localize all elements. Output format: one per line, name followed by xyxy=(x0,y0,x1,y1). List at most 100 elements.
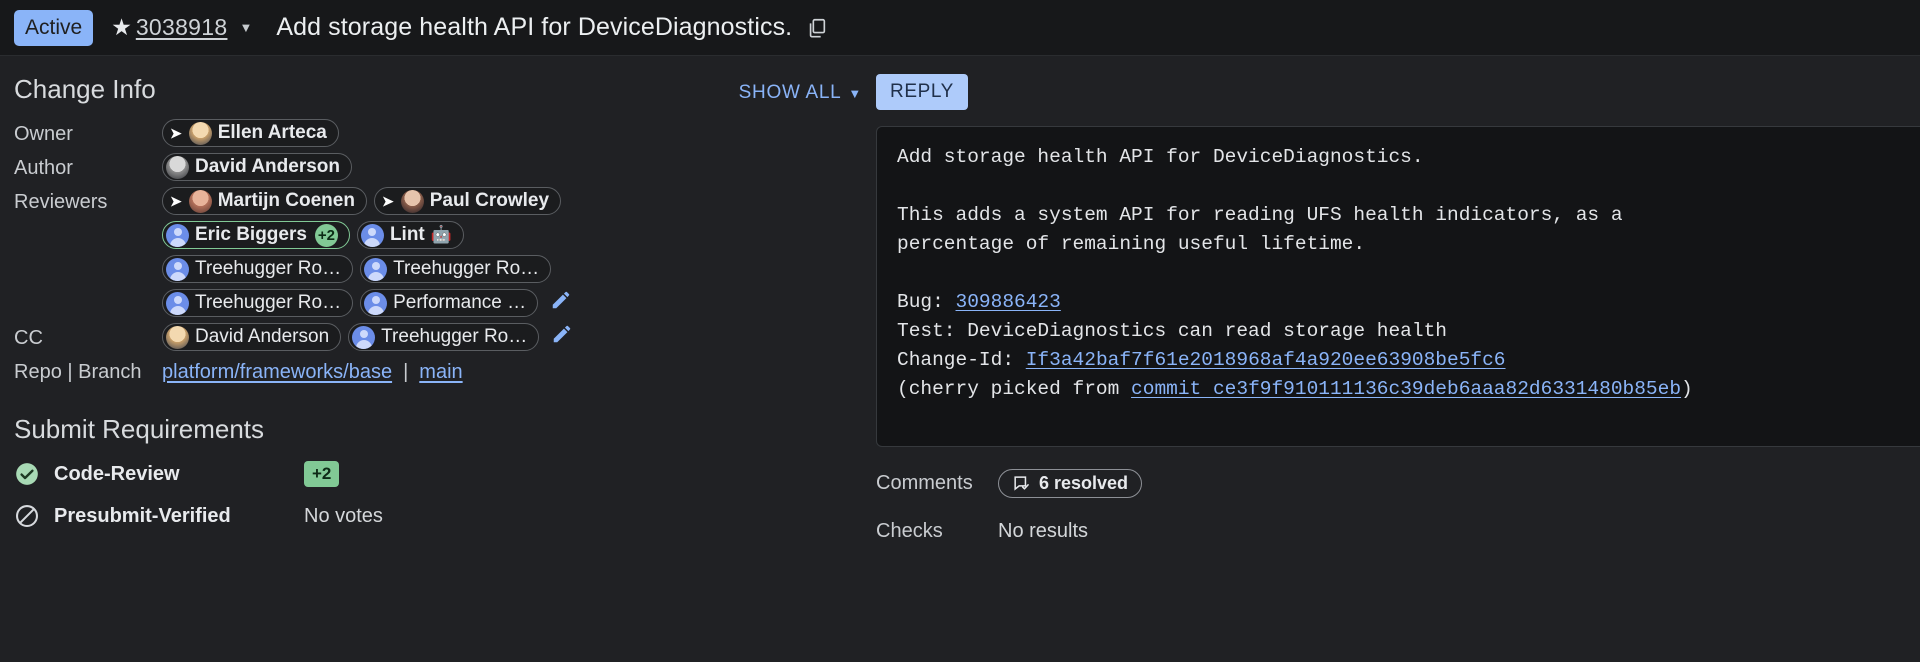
bug-link[interactable]: 309886423 xyxy=(956,291,1061,313)
info-label-repo-branch: Repo | Branch xyxy=(14,361,142,383)
repo-branch-values: platform/frameworks/base | main xyxy=(162,357,463,384)
account-chip[interactable]: ➤ Paul Crowley xyxy=(373,187,562,215)
commit-message-panel: REPLY Add storage health API for DeviceD… xyxy=(862,56,1920,662)
blocked-icon xyxy=(14,503,54,529)
submit-requirement-vote: +2 xyxy=(304,461,340,487)
account-chip[interactable]: Lint 🤖 xyxy=(356,221,464,249)
status-badge: Active xyxy=(14,9,94,46)
account-name: Paul Crowley xyxy=(429,190,550,211)
reviewers-values-3: Treehugger Ro… Treehugger Ro… xyxy=(162,255,552,283)
submit-requirements-title: Submit Requirements xyxy=(14,414,264,444)
account-chip[interactable]: Treehugger Ro… xyxy=(162,289,354,317)
info-label-owner: Owner xyxy=(14,123,73,145)
info-label-spacer xyxy=(14,255,162,259)
avatar xyxy=(400,189,424,213)
account-name: Martijn Coenen xyxy=(217,190,355,211)
submit-requirement-row[interactable]: Presubmit-Verified No votes xyxy=(14,503,862,529)
info-label-spacer xyxy=(14,221,162,225)
reviewers-values: ➤ Martijn Coenen ➤ Paul Crowley xyxy=(162,187,562,215)
avatar xyxy=(364,257,388,281)
robot-icon: 🤖 xyxy=(430,225,452,244)
avatar xyxy=(166,155,189,179)
edit-reviewers-pencil-icon[interactable] xyxy=(550,289,572,317)
account-chip[interactable]: Treehugger Ro… xyxy=(162,255,354,283)
attention-arrow-icon: ➤ xyxy=(170,193,182,209)
commit-message-box: Add storage health API for DeviceDiagnos… xyxy=(876,126,1920,447)
reviewers-values-2: Eric Biggers +2 Lint 🤖 xyxy=(162,221,464,249)
avatar xyxy=(360,223,384,247)
avatar xyxy=(352,325,376,349)
bug-label: Bug: xyxy=(897,291,956,313)
chevron-down-icon: ▼ xyxy=(848,85,862,101)
reply-row: REPLY xyxy=(876,74,1920,110)
change-info-title: Change Info xyxy=(14,74,156,104)
repo-link[interactable]: platform/frameworks/base xyxy=(162,361,392,384)
comments-resolved-text: 6 resolved xyxy=(1039,473,1129,493)
comments-resolved-chip[interactable]: 6 resolved xyxy=(998,469,1143,498)
info-row-reviewers-2: Eric Biggers +2 Lint 🤖 xyxy=(14,221,862,252)
change-header: Active ★ 3038918 ▼ Add storage health AP… xyxy=(0,0,1920,56)
copy-icon[interactable] xyxy=(806,17,828,39)
account-name: David Anderson xyxy=(195,156,340,177)
account-chip[interactable]: Treehugger Ro… xyxy=(348,323,540,351)
info-label-reviewers: Reviewers xyxy=(14,191,108,213)
gerrit-change-page: Active ★ 3038918 ▼ Add storage health AP… xyxy=(0,0,1920,662)
avatar xyxy=(188,121,212,145)
show-all-toggle[interactable]: SHOW ALL ▼ xyxy=(739,82,862,104)
checks-value: No results xyxy=(998,520,1089,542)
account-chip[interactable]: Eric Biggers +2 xyxy=(162,221,350,249)
checks-row: Checks No results xyxy=(876,520,1920,543)
account-chip[interactable]: Performance … xyxy=(360,289,539,317)
submit-requirement-vote: No votes xyxy=(304,504,383,527)
owner-values: ➤ Ellen Arteca xyxy=(162,119,339,147)
attention-arrow-icon: ➤ xyxy=(381,193,394,209)
account-chip[interactable]: ➤ Ellen Arteca xyxy=(162,119,339,147)
commit-body-line-2: percentage of remaining useful lifetime. xyxy=(897,233,1366,255)
account-name: Lint xyxy=(389,224,425,245)
account-chip[interactable]: ➤ Martijn Coenen xyxy=(162,187,367,215)
commit-body-line-1: This adds a system API for reading UFS h… xyxy=(897,204,1623,226)
account-chip[interactable]: David Anderson xyxy=(162,323,342,351)
avatar xyxy=(166,291,189,315)
edit-row: EDIT xyxy=(897,412,1920,438)
account-name: Treehugger Ro… xyxy=(195,258,342,279)
test-line: Test: DeviceDiagnostics can read storage… xyxy=(897,320,1447,342)
chevron-down-icon[interactable]: ▼ xyxy=(239,20,252,35)
submit-requirement-row[interactable]: Code-Review +2 xyxy=(14,461,862,487)
repo-branch-separator: | xyxy=(403,361,409,383)
check-circle-icon xyxy=(14,461,54,487)
info-row-owner: Owner ➤ Ellen Arteca xyxy=(14,119,862,150)
info-row-reviewers-4: Treehugger Ro… Performance … xyxy=(14,289,862,320)
comments-row: Comments 6 resolved xyxy=(876,469,1920,498)
change-info-header: Change Info SHOW ALL ▼ xyxy=(14,74,862,105)
attention-arrow-icon: ➤ xyxy=(170,125,182,141)
change-id-link[interactable]: If3a42baf7f61e2018968af4a920ee63908be5fc… xyxy=(1026,349,1506,371)
avatar xyxy=(166,223,189,247)
account-name: Eric Biggers xyxy=(195,224,307,245)
info-row-reviewers: Reviewers ➤ Martijn Coenen ➤ Paul Crowle… xyxy=(14,187,862,218)
cherry-pick-suffix: ) xyxy=(1681,378,1693,400)
star-icon[interactable]: ★ xyxy=(111,16,132,39)
info-row-author: Author David Anderson xyxy=(14,153,862,184)
branch-link[interactable]: main xyxy=(419,361,462,384)
reviewers-values-4: Treehugger Ro… Performance … xyxy=(162,289,572,317)
cherry-pick-commit-link[interactable]: commit ce3f9f910111136c39deb6aaa82d63314… xyxy=(1131,378,1681,400)
cc-values: David Anderson Treehugger Ro… xyxy=(162,323,573,351)
account-chip[interactable]: David Anderson xyxy=(162,153,352,181)
submit-requirement-name: Code-Review xyxy=(54,462,180,485)
info-label-author: Author xyxy=(14,157,73,179)
change-number-link[interactable]: 3038918 xyxy=(136,14,228,41)
info-row-cc: CC David Anderson Treehugger Ro… xyxy=(14,323,862,354)
author-values: David Anderson xyxy=(162,153,352,181)
account-name: Performance … xyxy=(393,292,527,313)
account-chip[interactable]: Treehugger Ro… xyxy=(360,255,552,283)
edit-cc-pencil-icon[interactable] xyxy=(551,323,573,351)
change-info-table: Owner ➤ Ellen Arteca Author David Anders… xyxy=(14,119,862,388)
commit-subject: Add storage health API for DeviceDiagnos… xyxy=(897,146,1424,168)
account-name: Treehugger Ro… xyxy=(195,292,342,313)
reply-button[interactable]: REPLY xyxy=(876,74,968,110)
account-name: David Anderson xyxy=(195,326,330,347)
avatar xyxy=(166,257,189,281)
page-title: Add storage health API for DeviceDiagnos… xyxy=(276,13,793,41)
info-label-cc: CC xyxy=(14,327,43,349)
